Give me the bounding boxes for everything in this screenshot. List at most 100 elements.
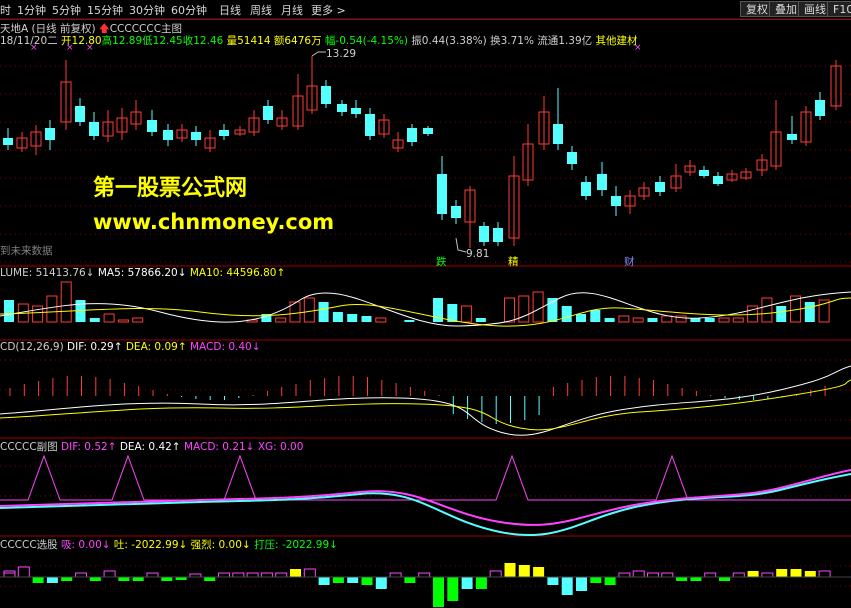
volume-bar [117, 319, 129, 323]
volume-bar [361, 316, 372, 322]
select-bar [676, 577, 688, 581]
candle-body [479, 226, 489, 242]
select-bar [61, 577, 73, 581]
select-bar [3, 572, 16, 578]
candle-body [365, 114, 375, 136]
select-bar [275, 572, 288, 578]
select-bar [118, 577, 130, 581]
select-panel-header: CCCCC选股 吸: 0.00↓ 吐: -2022.99↓ 强烈: 0.00↓ … [0, 537, 338, 552]
volume-bar [604, 318, 615, 322]
volume-bar [32, 305, 44, 323]
candle-body [655, 182, 665, 192]
select-bar [647, 572, 659, 578]
select-bar [146, 572, 159, 578]
select-bar [260, 572, 273, 578]
select-bar [246, 572, 259, 578]
volume-bar [89, 318, 100, 322]
volume-bar [475, 318, 486, 322]
future-data-label: 到未来数据 [0, 245, 53, 257]
select-bar [404, 577, 416, 583]
volume-bar [761, 297, 773, 323]
select-bar [818, 570, 831, 578]
select-bar [232, 572, 245, 578]
sub-macd: MACD: 0.21↓ [183, 441, 255, 453]
candle-body [191, 132, 201, 140]
select-bar [690, 577, 702, 581]
candle-body [407, 128, 417, 142]
select-daya: 打压: -2022.99↓ [254, 539, 338, 551]
select-bar [790, 569, 802, 577]
volume-bar [647, 318, 658, 322]
candle-body [451, 206, 461, 218]
watermark-url: www.chnmoney.com [93, 210, 335, 234]
sub-panel-header: CCCCC副图 DIF: 0.52↑ DEA: 0.42↑ MACD: 0.21… [0, 439, 303, 454]
select-bar [303, 568, 316, 578]
macd-macd: MACD: 0.40↓ [189, 341, 261, 353]
candle-body [713, 176, 723, 184]
sub-xg: XG: 0.00 [257, 441, 304, 453]
select-bar [776, 569, 788, 577]
volume-bar [661, 315, 673, 323]
select-bar [418, 572, 431, 578]
volume-bar [776, 306, 787, 322]
signal-label-jing: 精 [508, 256, 519, 268]
volume-bar [375, 317, 387, 323]
candle-body [437, 174, 447, 214]
select-label: CCCCC选股 [0, 539, 58, 551]
volume-bar [732, 317, 744, 323]
sub-dea: DEA: 0.42↑ [119, 441, 181, 453]
select-bar [318, 577, 330, 585]
select-bar [719, 577, 730, 581]
volume-bar [103, 313, 115, 323]
candle-body [699, 170, 709, 176]
candle-body [567, 152, 577, 164]
select-bar [447, 577, 459, 601]
candle-body [147, 120, 157, 132]
select-bar [290, 569, 301, 577]
volume-bar [561, 306, 572, 322]
select-bar [132, 577, 144, 581]
select-bar [103, 570, 116, 578]
volume-bar [461, 305, 473, 323]
volume-ma10: MA10: 44596.80↑ [189, 267, 286, 279]
volume-bar [347, 314, 358, 322]
volume-bar [275, 317, 287, 323]
candle-body [553, 124, 563, 144]
volume-bar [60, 281, 72, 323]
volume-bar [704, 318, 715, 322]
select-bar [618, 572, 631, 578]
select-bar [561, 577, 573, 595]
candle-body [581, 182, 591, 196]
volume-bar [504, 297, 515, 323]
volume-bar [718, 317, 730, 323]
volume-bar [46, 295, 58, 323]
select-bar [17, 566, 30, 578]
candle-body [787, 134, 797, 140]
select-bar [461, 577, 473, 589]
signal-label-cai: 财 [624, 256, 635, 268]
low-marker-line [455, 237, 467, 253]
select-bar [347, 577, 359, 583]
candle-body [611, 196, 621, 206]
volume-bar [132, 317, 144, 323]
volume-bar [618, 315, 630, 323]
volume-bar [332, 312, 343, 322]
select-bar [747, 571, 759, 577]
low-price-label: 9.81 [466, 248, 490, 260]
select-bar [3, 570, 16, 578]
candle-body [89, 122, 99, 136]
volume-ma5: MA5: 57866.20↓ [97, 267, 187, 279]
candle-body [3, 138, 13, 145]
kline-chart-area[interactable]: × × × × [0, 0, 851, 608]
select-qiang: 强烈: 0.00↓ [190, 539, 251, 551]
volume-bar [303, 297, 315, 323]
select-bar [632, 570, 645, 578]
candle-body [321, 86, 331, 104]
select-bar [604, 577, 616, 585]
select-bar [704, 572, 717, 578]
candle-body [815, 100, 825, 116]
volume-bar [576, 314, 586, 322]
signal-x-mark: × [634, 43, 642, 53]
macd-dif: DIF: 0.29↑ [67, 341, 123, 353]
high-price-label: 13.29 [326, 48, 357, 60]
